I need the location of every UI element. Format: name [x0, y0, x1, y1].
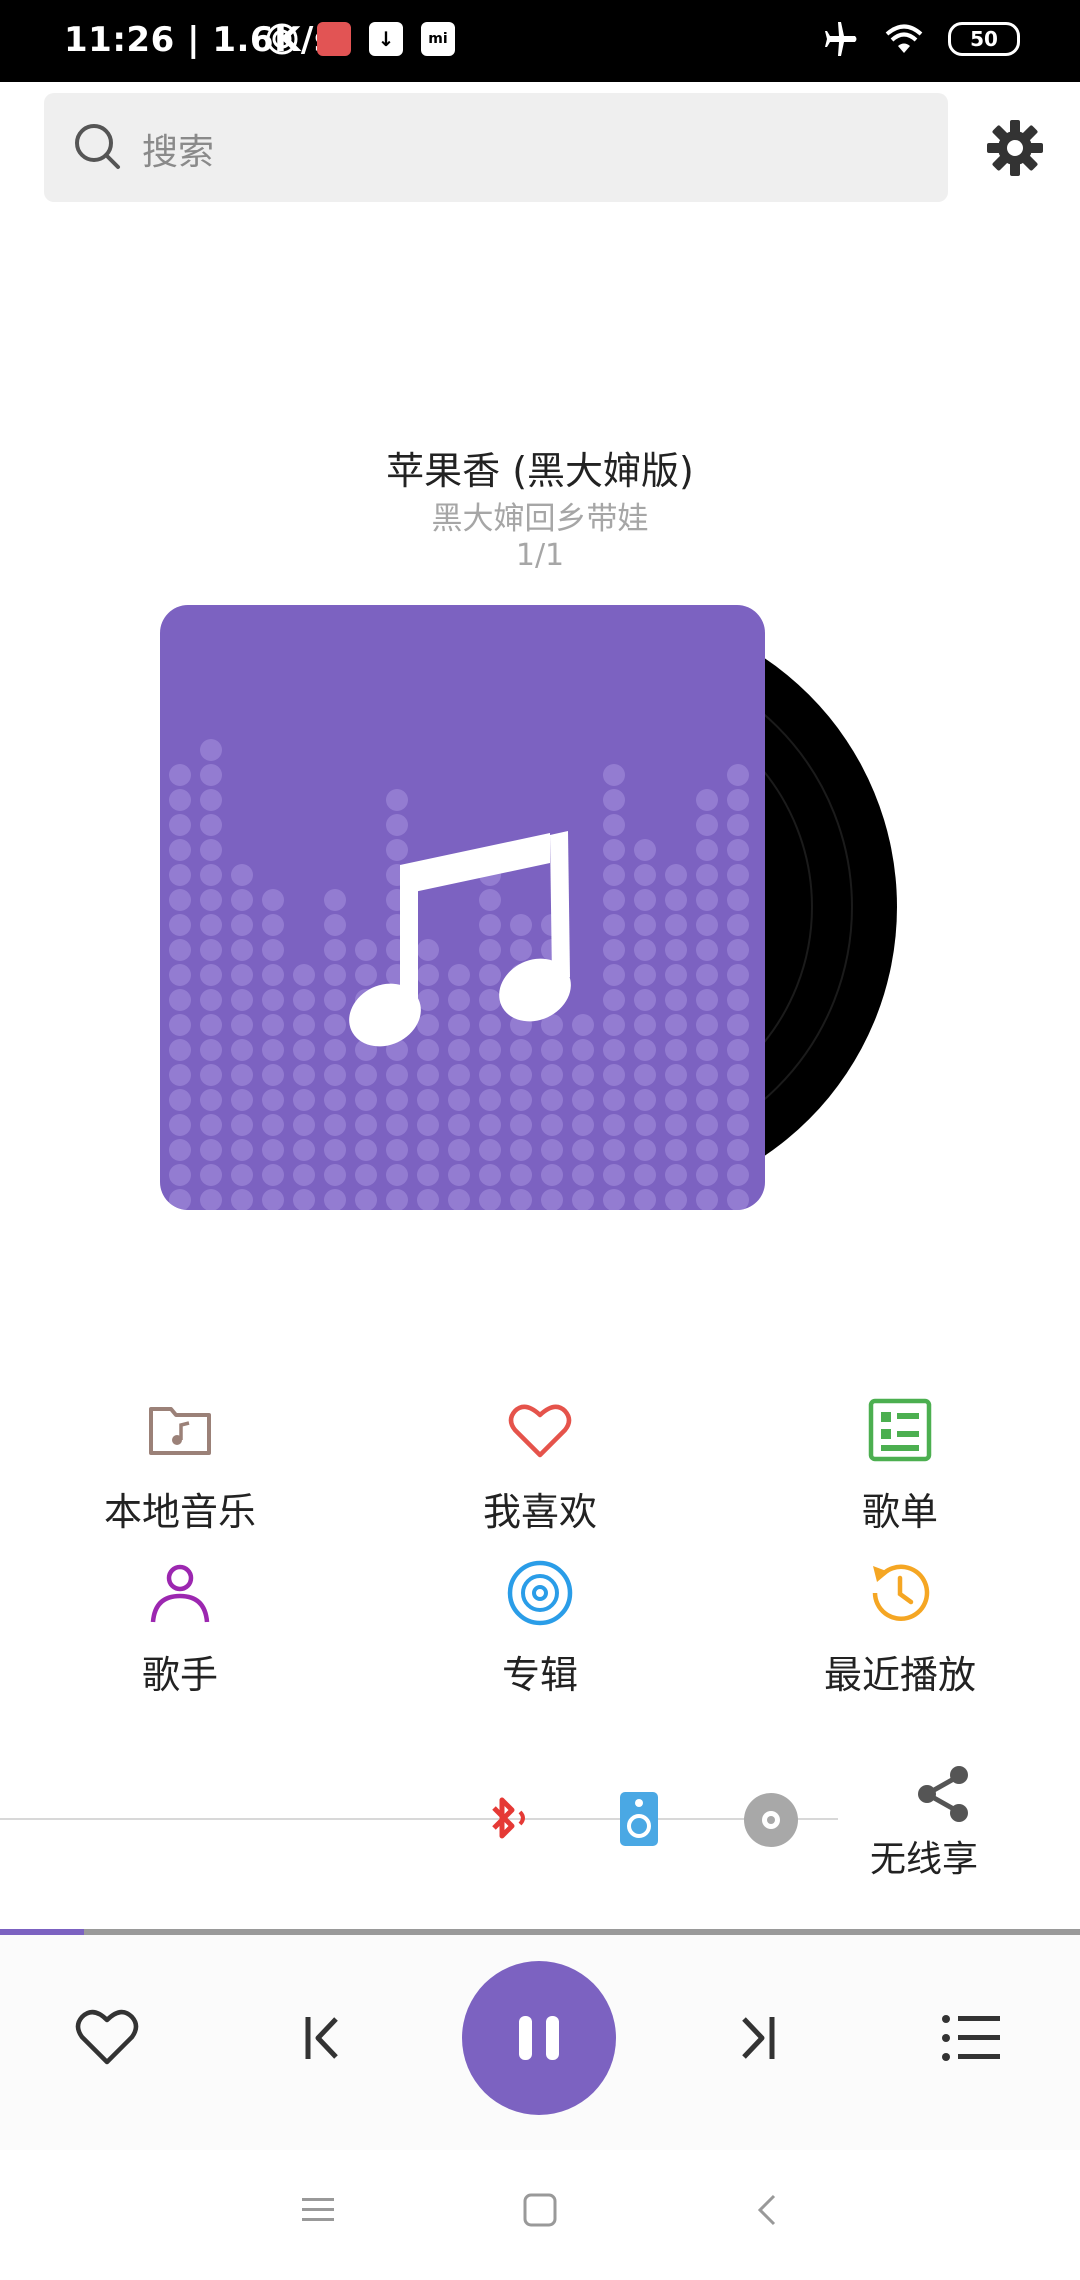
menu-favorites[interactable]: 我喜欢: [390, 1395, 690, 1536]
album-disc-icon: [507, 1560, 573, 1626]
music-note-icon: [349, 831, 571, 1047]
status-bar: 11:26 | 1.6K/s ↓ mi 50: [0, 0, 1080, 82]
menu-nav-icon[interactable]: [300, 2192, 336, 2228]
song-index: 1/1: [515, 538, 565, 573]
menu-label: 本地音乐: [103, 1490, 256, 1534]
menu-label: 歌单: [861, 1490, 938, 1534]
airplane-icon: [825, 22, 857, 56]
menu-playlists[interactable]: 歌单: [750, 1395, 1050, 1536]
favorite-heart-icon[interactable]: [74, 2007, 140, 2067]
menu-label: 专辑: [501, 1653, 578, 1697]
app-notification-icon: [317, 22, 351, 56]
cd-disc-icon[interactable]: [743, 1792, 799, 1848]
playlist-icon: [868, 1398, 932, 1462]
share-divider: [0, 1818, 838, 1820]
song-title: 苹果香 (黑大婶版): [386, 449, 694, 493]
menu-local-music[interactable]: 本地音乐: [30, 1395, 330, 1536]
menu-recent[interactable]: 最近播放: [750, 1558, 1050, 1699]
menu-label: 最近播放: [823, 1653, 976, 1697]
search-bar[interactable]: 搜索: [44, 93, 948, 202]
battery-level: 50: [970, 27, 998, 51]
music-folder-icon: [149, 1407, 211, 1455]
heart-icon: [508, 1404, 572, 1458]
bluetooth-icon[interactable]: [478, 1790, 536, 1848]
download-icon: ↓: [369, 22, 403, 56]
settings-gear-icon[interactable]: [985, 118, 1045, 178]
mi-store-icon: mi: [421, 22, 455, 56]
search-icon: [75, 124, 120, 169]
playlist-queue-icon[interactable]: [940, 2013, 1002, 2063]
song-artist: 黑大婶回乡带娃: [431, 501, 649, 537]
status-right: 50: [822, 22, 1020, 56]
speaker-icon[interactable]: [618, 1790, 660, 1848]
history-icon: [872, 1564, 930, 1621]
back-nav-icon[interactable]: [750, 2192, 786, 2228]
menu-albums[interactable]: 专辑: [390, 1558, 690, 1699]
status-time: 11:26: [64, 20, 175, 60]
next-track-icon[interactable]: [734, 2013, 780, 2063]
wifi-icon: [885, 24, 923, 53]
system-nav-bar: [0, 2150, 1080, 2280]
menu-artists[interactable]: 歌手: [30, 1558, 330, 1699]
search-placeholder: 搜索: [142, 132, 215, 173]
battery-indicator: 50: [948, 22, 1020, 56]
pause-button[interactable]: [462, 1961, 616, 2115]
status-notification-icons: ↓ mi: [265, 22, 455, 56]
menu-label: 歌手: [141, 1653, 218, 1697]
home-nav-icon[interactable]: [522, 2192, 558, 2228]
wireless-share-label[interactable]: 无线享: [870, 1830, 978, 1882]
pause-icon: [519, 2016, 559, 2060]
player-controls: [0, 1935, 1080, 2152]
album-cover[interactable]: [160, 605, 765, 1210]
previous-track-icon[interactable]: [300, 2013, 346, 2063]
share-icon[interactable]: [913, 1765, 973, 1823]
menu-label: 我喜欢: [482, 1490, 597, 1534]
hotspot-icon: [266, 23, 298, 55]
person-icon: [150, 1564, 210, 1623]
